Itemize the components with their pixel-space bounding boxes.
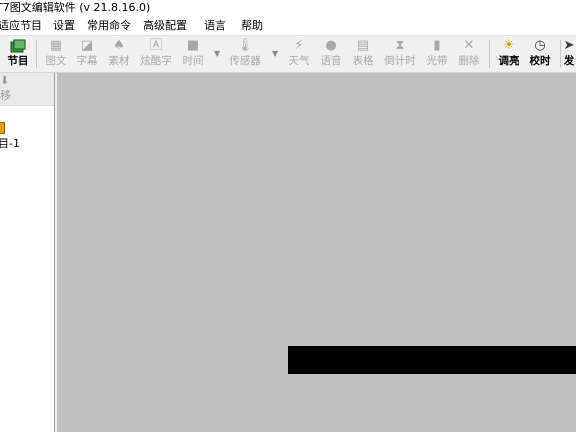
menu-bar: 适应节目 设置 常用命令 高级配置 语言 帮助 (0, 16, 576, 36)
material-icon: ♠ (113, 38, 125, 53)
menu-language[interactable]: 语言 (204, 18, 226, 33)
light-strip-icon: ▮ (433, 38, 441, 53)
send-icon: ➤ (563, 38, 575, 53)
menu-help[interactable]: 帮助 (241, 18, 263, 33)
delete-button[interactable]: ✕ 删除 (454, 38, 484, 70)
preview-canvas[interactable] (57, 73, 576, 432)
sensor-dropdown-icon[interactable]: ▼ (272, 49, 278, 58)
table-label: 表格 (352, 55, 374, 67)
cool-text-label: 炫酷字 (140, 55, 172, 67)
light-strip-label: 光带 (426, 55, 448, 67)
weather-button[interactable]: ⚡ 天气 (284, 38, 314, 70)
delete-icon: ✕ (463, 38, 475, 53)
program-label: 节目 (7, 55, 29, 67)
toolbar-separator (489, 40, 490, 68)
program-item[interactable]: 目-1 (0, 135, 20, 151)
subtitle-icon: ◪ (80, 38, 94, 53)
program-button[interactable]: 节目 (3, 38, 33, 70)
program-node-icon (0, 122, 5, 134)
menu-settings[interactable]: 设置 (53, 18, 75, 33)
sensor-button[interactable]: 🌡 传感器 (226, 38, 264, 70)
subtitle-label: 字幕 (76, 55, 98, 67)
move-button[interactable]: ⬇ 移 (0, 73, 54, 106)
toolbar-separator (36, 40, 37, 68)
menu-common-commands[interactable]: 常用命令 (87, 18, 131, 33)
send-button[interactable]: ➤ 发 (562, 38, 576, 70)
brightness-icon: ☀ (503, 38, 515, 53)
time-dropdown-icon[interactable]: ▼ (214, 49, 220, 58)
material-button[interactable]: ♠ 素材 (104, 38, 134, 70)
weather-icon: ⚡ (294, 38, 304, 53)
move-down-icon: ⬇ (0, 74, 10, 87)
time-icon: ■ (186, 38, 200, 53)
picture-text-icon: ▦ (49, 38, 63, 53)
program-icon (10, 38, 26, 54)
brightness-label: 调亮 (498, 55, 520, 67)
toolbar-separator (560, 40, 561, 68)
window-title: T7图文编辑软件 (v 21.8.16.0) (0, 1, 151, 14)
table-icon: ▤ (356, 38, 370, 53)
voice-button[interactable]: ● 语音 (316, 38, 346, 70)
delete-label: 删除 (458, 55, 480, 67)
cool-text-button[interactable]: 🄰 炫酷字 (139, 38, 173, 70)
menu-advanced-config[interactable]: 高级配置 (143, 18, 187, 33)
voice-icon: ● (325, 38, 337, 53)
cool-text-icon: 🄰 (149, 38, 163, 53)
menu-adapt-program[interactable]: 适应节目 (0, 18, 42, 33)
sensor-icon: 🌡 (236, 38, 254, 53)
clock-sync-icon: ◷ (534, 38, 546, 53)
brightness-button[interactable]: ☀ 调亮 (494, 38, 524, 70)
time-label: 时间 (182, 55, 204, 67)
sensor-label: 传感器 (229, 55, 261, 67)
time-button[interactable]: ■ 时间 (178, 38, 208, 70)
send-label: 发 (563, 55, 575, 67)
picture-text-label: 图文 (45, 55, 67, 67)
countdown-button[interactable]: ⧗ 倒计时 (382, 38, 418, 70)
move-label: 移 (0, 89, 11, 102)
picture-text-button[interactable]: ▦ 图文 (41, 38, 71, 70)
voice-label: 语音 (320, 55, 342, 67)
material-label: 素材 (108, 55, 130, 67)
program-tree-panel: ⬇ 移 目-1 (0, 73, 55, 432)
subtitle-button[interactable]: ◪ 字幕 (72, 38, 102, 70)
clock-sync-button[interactable]: ◷ 校时 (525, 38, 555, 70)
toolbar: 节目 ▦ 图文 ◪ 字幕 ♠ 素材 🄰 炫酷字 ■ 时间 ▼ 🌡 传感器 ▼ ⚡… (0, 36, 576, 73)
weather-label: 天气 (288, 55, 310, 67)
title-bar: T7图文编辑软件 (v 21.8.16.0) (0, 0, 576, 16)
countdown-icon: ⧗ (395, 38, 405, 53)
display-area-block[interactable] (288, 346, 576, 374)
clock-sync-label: 校时 (529, 55, 551, 67)
countdown-label: 倒计时 (384, 55, 416, 67)
table-button[interactable]: ▤ 表格 (348, 38, 378, 70)
light-strip-button[interactable]: ▮ 光带 (422, 38, 452, 70)
